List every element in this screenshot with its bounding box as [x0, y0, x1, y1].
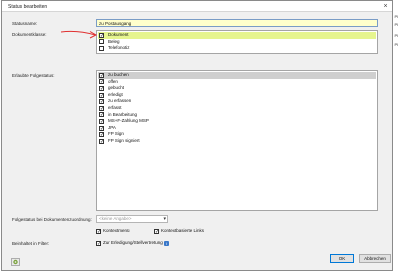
folgestatus-item[interactable]: ✓ erfasst	[98, 105, 376, 112]
folgestatus-item[interactable]: ✓ erledigt	[98, 92, 376, 99]
cancel-button[interactable]: Abbrechen	[359, 254, 391, 263]
folgestatus-item[interactable]: ✓ zu erfassen	[98, 98, 376, 105]
background-label: Pl	[394, 14, 398, 19]
dokumentklasse-checkbox[interactable]	[99, 45, 104, 51]
zuordnung-value: <keine Angabe>	[99, 216, 132, 221]
dokumentklasse-label: Dokumentklasse:	[12, 32, 47, 37]
dokumentklasse-item[interactable]: Telefonotiz	[98, 45, 376, 52]
folgestatus-checkbox[interactable]: ✓	[99, 85, 104, 91]
kontextbasierte-links-label: Kontextbasierte Links	[161, 228, 205, 233]
settings-button[interactable]	[11, 258, 20, 266]
kontextmenu-label: Kontextmenü	[103, 228, 130, 233]
folgestatus-label: Erlaubte Folgestatus:	[12, 73, 55, 78]
zur-erledigung-checkbox[interactable]: ✓	[96, 240, 101, 246]
close-icon[interactable]: ×	[382, 3, 389, 10]
folgestatus-item[interactable]: ✓ JPA	[98, 125, 376, 132]
folgestatus-item-label: in Bearbeitung	[108, 111, 138, 117]
folgestatus-checkbox[interactable]: ✓	[99, 79, 104, 85]
folgestatus-item-label: zu buchen	[108, 72, 129, 77]
beinhaltet-label: Beinhaltet in Filter:	[12, 241, 50, 246]
kontextmenu-checkbox[interactable]: ✓	[96, 228, 101, 234]
gear-icon	[13, 259, 18, 265]
background-label: Pl	[394, 33, 398, 38]
dokumentklasse-list: ✓ Dokument Beleg Telefonotiz	[96, 30, 378, 54]
zur-erledigung-label: Zur Erledigung/Stellvertretung	[103, 240, 163, 245]
folgestatus-checkbox[interactable]: ✓	[99, 72, 104, 78]
folgestatus-checkbox[interactable]: ✓	[99, 92, 104, 98]
annotation-arrow	[60, 30, 98, 39]
folgestatus-item[interactable]: ✓ MS+F-Zahlung MSP	[98, 118, 376, 125]
folgestatus-item-label: FP Sign	[108, 131, 124, 137]
folgestatus-checkbox[interactable]: ✓	[99, 105, 104, 111]
statusname-label: Statusname:	[12, 21, 38, 26]
folgestatus-checkbox[interactable]: ✓	[99, 132, 104, 138]
background-label: Pl	[394, 42, 398, 47]
folgestatus-item[interactable]: ✓ FP Sign	[98, 131, 376, 138]
folgestatus-item-label: gebucht	[108, 85, 125, 91]
folgestatus-checkbox[interactable]: ✓	[99, 118, 104, 124]
kontextbasierte-links-checkbox[interactable]: ✓	[154, 228, 159, 234]
dialog-titlebar[interactable]: Status bearbeiten ×	[2, 1, 392, 12]
folgestatus-item[interactable]: ✓ offen	[98, 79, 376, 86]
statusname-input[interactable]: zu Postausgang	[96, 19, 378, 27]
folgestatus-checkbox[interactable]: ✓	[99, 112, 104, 118]
folgestatus-item[interactable]: ✓ in Bearbeitung	[98, 112, 376, 119]
folgestatus-item-label: zu erfassen	[108, 98, 132, 104]
dokumentklasse-item[interactable]: Beleg	[98, 39, 376, 46]
info-icon[interactable]: i	[164, 240, 169, 246]
folgestatus-checkbox[interactable]: ✓	[99, 99, 104, 105]
dokumentklasse-item[interactable]: ✓ Dokument	[98, 32, 376, 39]
folgestatus-checkbox[interactable]: ✓	[99, 125, 104, 131]
folgestatus-item-label: erfasst	[108, 105, 122, 110]
dokumentklasse-item-label: Telefonotiz	[108, 45, 130, 51]
dokumentklasse-item-label: Beleg	[108, 38, 120, 44]
folgestatus-list: ✓ zu buchen ✓ offen ✓ gebucht ✓ erledigt ✓ zu erf…	[96, 70, 378, 211]
zuordnung-select[interactable]: <keine Angabe> ▾	[96, 215, 168, 223]
zuordnung-label: Folgestatus bei Dokumentenzuordnung:	[12, 217, 92, 222]
folgestatus-item-label: erledigt	[108, 91, 123, 97]
folgestatus-item[interactable]: ✓ gebucht	[98, 85, 376, 92]
dialog-title: Status bearbeiten	[8, 4, 48, 10]
folgestatus-item-label: offen	[108, 78, 118, 84]
chevron-down-icon[interactable]: ▾	[163, 216, 166, 222]
dokumentklasse-item-label: Dokument	[108, 32, 129, 37]
folgestatus-item-label: FP Sign signiert	[108, 138, 140, 143]
ok-button[interactable]: OK	[330, 254, 354, 263]
background-label: Pl	[394, 22, 398, 27]
folgestatus-item[interactable]: ✓ FP Sign signiert	[98, 138, 376, 145]
folgestatus-item-label: JPA	[108, 124, 116, 130]
folgestatus-item-label: MS+F-Zahlung MSP	[108, 118, 149, 124]
folgestatus-checkbox[interactable]: ✓	[99, 138, 104, 144]
folgestatus-item[interactable]: ✓ zu buchen	[98, 72, 376, 79]
